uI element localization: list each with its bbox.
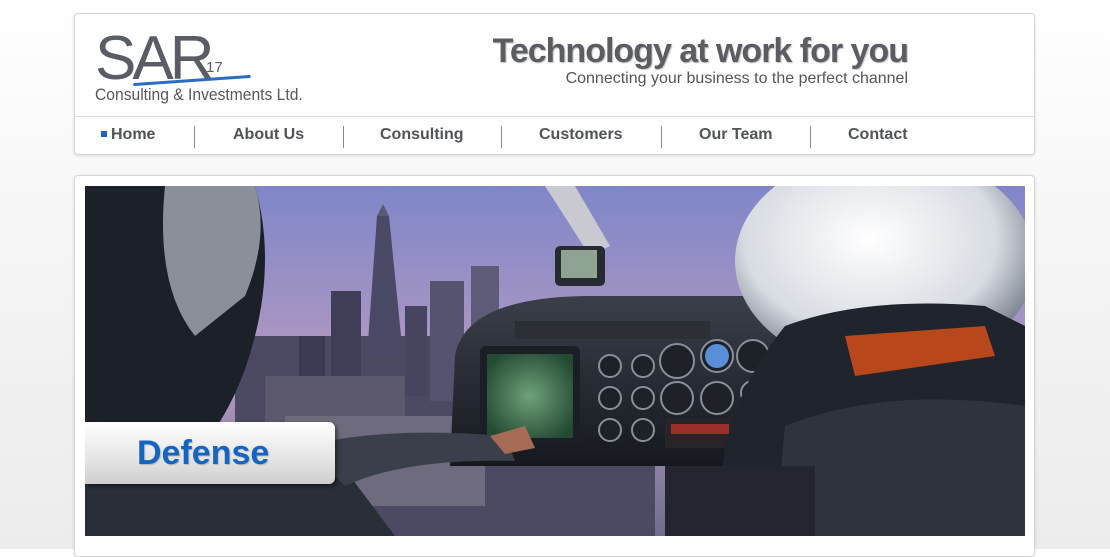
nav-divider bbox=[194, 126, 195, 148]
nav-divider bbox=[810, 126, 811, 148]
nav-our-team[interactable]: Our Team bbox=[699, 117, 773, 155]
company-name: Consulting & Investments Ltd. bbox=[95, 85, 303, 104]
nav-divider bbox=[343, 126, 344, 148]
nav-home[interactable]: Home bbox=[101, 117, 155, 155]
nav-about-us[interactable]: About Us bbox=[233, 117, 304, 155]
company-logo[interactable]: SAR 17 Consulting & Investments Ltd. bbox=[95, 24, 315, 111]
nav-divider bbox=[661, 126, 662, 148]
nav-divider bbox=[501, 126, 502, 148]
logo-mark: SAR 17 bbox=[95, 24, 251, 93]
nav-consulting[interactable]: Consulting bbox=[380, 117, 464, 155]
nav-contact[interactable]: Contact bbox=[848, 117, 908, 155]
site-header: SAR 17 Consulting & Investments Ltd. Tec… bbox=[74, 13, 1035, 155]
site-slogan: Technology at work for you bbox=[492, 32, 909, 70]
nav-home-label: Home bbox=[111, 126, 156, 143]
active-bullet-icon bbox=[101, 130, 107, 137]
nav-customers[interactable]: Customers bbox=[539, 117, 623, 155]
banner-caption-text: Defense bbox=[137, 434, 270, 472]
logo-superscript: 17 bbox=[206, 59, 223, 76]
banner-slideshow[interactable]: Defense bbox=[85, 186, 1025, 536]
banner-caption: Defense bbox=[85, 422, 335, 484]
site-subslogan: Connecting your business to the perfect … bbox=[565, 70, 908, 87]
content-panel: Defense bbox=[74, 175, 1035, 557]
main-nav: Home About Us Consulting Customers Our T… bbox=[75, 116, 1034, 155]
